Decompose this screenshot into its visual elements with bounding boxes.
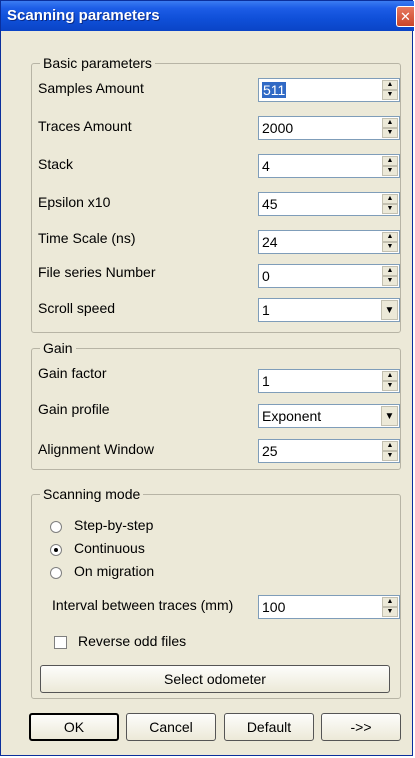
spin-up-icon[interactable]: ▲ xyxy=(382,118,398,128)
default-button[interactable]: Default xyxy=(224,713,314,741)
gain-profile-dropdown[interactable]: Exponent ▼ xyxy=(258,404,400,428)
spin-down-icon[interactable]: ▼ xyxy=(382,90,398,100)
window-title: Scanning parameters xyxy=(7,7,160,24)
time-scale-spinbox[interactable]: 24 ▲ ▼ xyxy=(258,230,400,254)
spin-down-icon[interactable]: ▼ xyxy=(382,166,398,176)
title-bar[interactable]: Scanning parameters ✕ xyxy=(1,1,414,31)
spin-down-icon[interactable]: ▼ xyxy=(382,242,398,252)
reverse-odd-label[interactable]: Reverse odd files xyxy=(78,633,186,649)
basic-parameters-group: Basic parameters Samples Amount 511 ▲ ▼ … xyxy=(31,55,401,333)
file-series-value[interactable]: 0 xyxy=(262,268,270,284)
spin-up-icon[interactable]: ▲ xyxy=(382,371,398,381)
alignment-window-spinbox[interactable]: 25 ▲ ▼ xyxy=(258,439,400,463)
radio-continuous[interactable] xyxy=(50,544,62,556)
ok-button[interactable]: OK xyxy=(29,713,119,741)
spin-up-icon[interactable]: ▲ xyxy=(382,266,398,276)
gain-profile-label: Gain profile xyxy=(38,401,110,417)
chevron-down-icon[interactable]: ▼ xyxy=(381,406,398,426)
scroll-speed-dropdown[interactable]: 1 ▼ xyxy=(258,298,400,322)
basic-parameters-legend: Basic parameters xyxy=(40,55,155,71)
epsilon-value[interactable]: 45 xyxy=(262,196,278,212)
interval-spinbox[interactable]: 100 ▲ ▼ xyxy=(258,595,400,619)
spin-up-icon[interactable]: ▲ xyxy=(382,232,398,242)
select-odometer-button[interactable]: Select odometer xyxy=(40,665,390,693)
file-series-spinbox[interactable]: 0 ▲ ▼ xyxy=(258,264,400,288)
stack-label: Stack xyxy=(38,156,74,172)
continuous-label[interactable]: Continuous xyxy=(74,540,145,556)
samples-amount-value[interactable]: 511 xyxy=(262,82,287,98)
stack-value[interactable]: 4 xyxy=(262,158,270,174)
spin-down-icon[interactable]: ▼ xyxy=(382,128,398,138)
close-icon[interactable]: ✕ xyxy=(396,6,414,27)
samples-amount-label: Samples Amount xyxy=(38,80,144,96)
spin-up-icon[interactable]: ▲ xyxy=(382,597,398,607)
time-scale-label: Time Scale (ns) xyxy=(38,230,136,246)
spin-up-icon[interactable]: ▲ xyxy=(382,80,398,90)
on-migration-label[interactable]: On migration xyxy=(74,563,154,579)
radio-step-by-step[interactable] xyxy=(50,521,62,533)
scroll-speed-label: Scroll speed xyxy=(38,300,116,316)
chevron-down-icon[interactable]: ▼ xyxy=(381,300,398,320)
reverse-odd-checkbox[interactable] xyxy=(54,636,67,649)
spin-down-icon[interactable]: ▼ xyxy=(382,204,398,214)
scanning-mode-group: Scanning mode Step-by-step Continuous On… xyxy=(31,486,401,699)
spin-down-icon[interactable]: ▼ xyxy=(382,276,398,286)
step-by-step-label[interactable]: Step-by-step xyxy=(74,517,153,533)
epsilon-spinbox[interactable]: 45 ▲ ▼ xyxy=(258,192,400,216)
dialog-window: Scanning parameters ✕ Basic parameters S… xyxy=(0,0,414,756)
stack-spinbox[interactable]: 4 ▲ ▼ xyxy=(258,154,400,178)
gain-factor-value[interactable]: 1 xyxy=(262,373,270,389)
gain-profile-value: Exponent xyxy=(262,408,322,424)
spin-down-icon[interactable]: ▼ xyxy=(382,607,398,617)
radio-on-migration[interactable] xyxy=(50,567,62,579)
scroll-speed-value: 1 xyxy=(262,302,270,318)
traces-amount-label: Traces Amount xyxy=(38,118,132,134)
traces-amount-value[interactable]: 2000 xyxy=(262,120,293,136)
spin-up-icon[interactable]: ▲ xyxy=(382,441,398,451)
alignment-window-label: Alignment Window xyxy=(38,441,154,457)
gain-factor-label: Gain factor xyxy=(38,365,107,381)
more-button[interactable]: ->> xyxy=(321,713,401,741)
gain-factor-spinbox[interactable]: 1 ▲ ▼ xyxy=(258,369,400,393)
traces-amount-spinbox[interactable]: 2000 ▲ ▼ xyxy=(258,116,400,140)
spin-up-icon[interactable]: ▲ xyxy=(382,156,398,166)
epsilon-label: Epsilon x10 xyxy=(38,194,111,210)
samples-amount-spinbox[interactable]: 511 ▲ ▼ xyxy=(258,78,400,102)
file-series-label: File series Number xyxy=(38,264,156,280)
scanning-mode-legend: Scanning mode xyxy=(40,486,144,502)
time-scale-value[interactable]: 24 xyxy=(262,234,278,250)
alignment-window-value[interactable]: 25 xyxy=(262,443,278,459)
spin-down-icon[interactable]: ▼ xyxy=(382,381,398,391)
interval-label: Interval between traces (mm) xyxy=(52,597,234,613)
gain-legend: Gain xyxy=(40,340,76,356)
cancel-button[interactable]: Cancel xyxy=(126,713,216,741)
spin-up-icon[interactable]: ▲ xyxy=(382,194,398,204)
interval-value[interactable]: 100 xyxy=(262,599,285,615)
spin-down-icon[interactable]: ▼ xyxy=(382,451,398,461)
gain-group: Gain Gain factor 1 ▲ ▼ Gain profile Expo… xyxy=(31,340,401,470)
